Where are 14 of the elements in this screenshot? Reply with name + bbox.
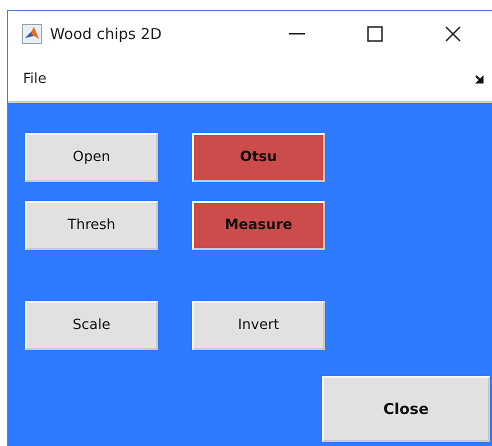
minimize-icon (289, 33, 305, 35)
app-logo-icon (22, 24, 42, 44)
dock-arrow-icon[interactable] (475, 74, 484, 84)
menu-item[interactable]: File (23, 68, 46, 90)
close-icon (445, 26, 461, 42)
push-button[interactable]: Scale (25, 301, 158, 350)
push-button[interactable]: Open (25, 133, 158, 182)
window-title: Wood chips 2D (50, 24, 162, 45)
push-button[interactable]: Thresh (25, 201, 158, 250)
maximize-icon (367, 26, 383, 42)
close-button[interactable]: Close (322, 376, 490, 442)
push-button[interactable]: Measure (192, 201, 325, 250)
push-button[interactable]: Otsu (192, 133, 325, 182)
push-button[interactable]: Invert (192, 301, 325, 350)
